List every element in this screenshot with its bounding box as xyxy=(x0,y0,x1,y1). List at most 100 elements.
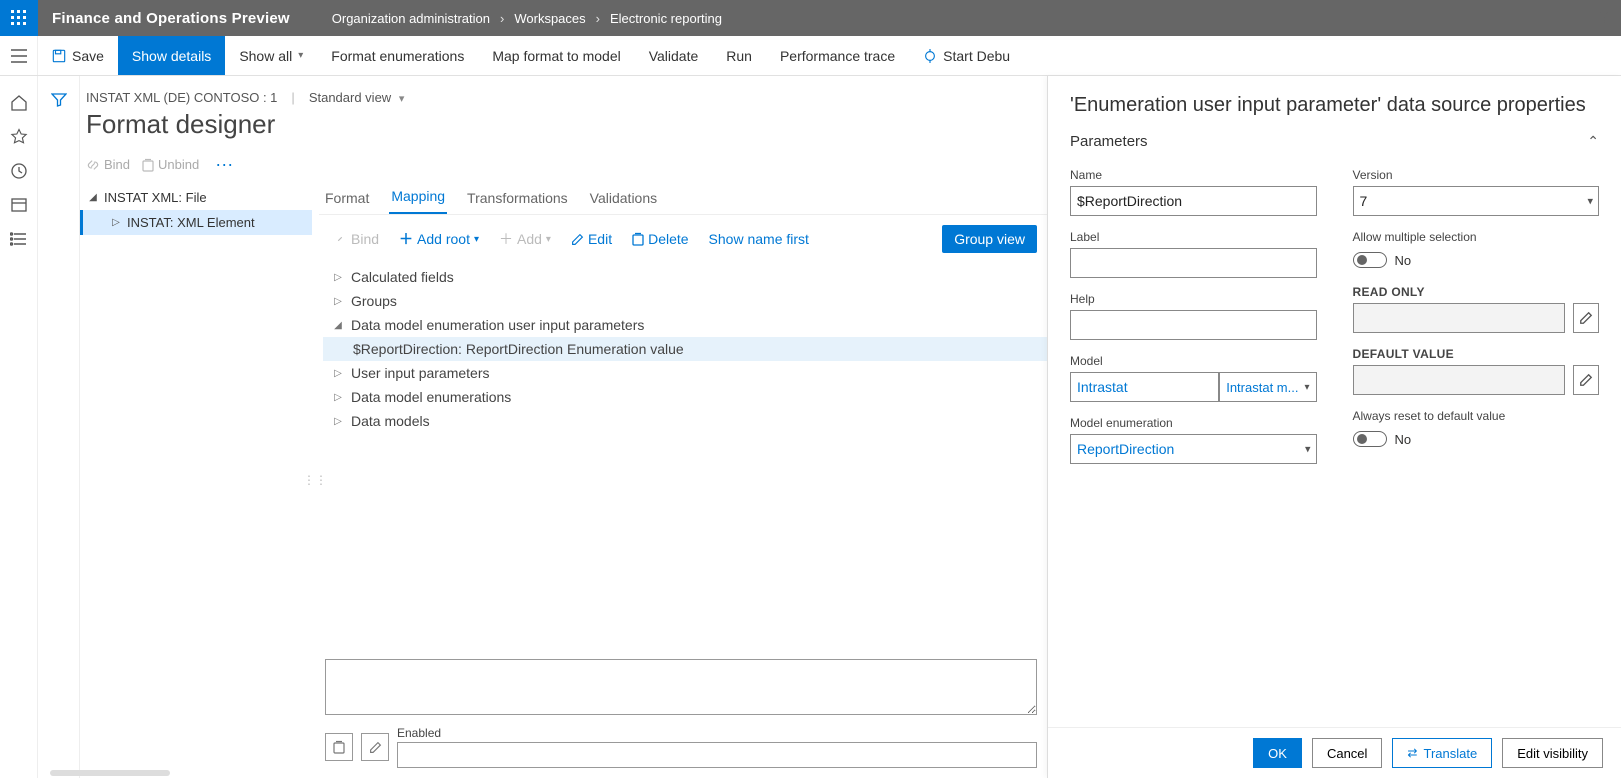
model-enum-input[interactable] xyxy=(1070,434,1317,464)
save-label: Save xyxy=(72,48,104,64)
model-label: Model xyxy=(1070,354,1317,368)
hamburger-button[interactable] xyxy=(0,36,38,75)
cancel-button[interactable]: Cancel xyxy=(1312,738,1382,768)
map-node-calculated-fields[interactable]: ▷ Calculated fields xyxy=(323,265,1047,289)
version-input[interactable] xyxy=(1353,186,1600,216)
reset-value: No xyxy=(1395,432,1412,447)
breadcrumb-item[interactable]: Electronic reporting xyxy=(610,11,722,26)
tab-strip: Format Mapping Transformations Validatio… xyxy=(319,181,1047,215)
default-value-edit-button[interactable] xyxy=(1573,365,1599,395)
expand-icon: ▷ xyxy=(333,392,343,403)
help-input[interactable] xyxy=(1070,310,1317,340)
page-title: Format designer xyxy=(80,105,1047,144)
bind-button[interactable]: Bind xyxy=(325,227,387,251)
app-bar: Finance and Operations Preview Organizat… xyxy=(0,0,1621,36)
help-label: Help xyxy=(1070,292,1317,306)
tree-node-instat-element[interactable]: ▷ INSTAT: XML Element xyxy=(80,210,312,235)
model-lookup[interactable]: Intrastat m... ▾ xyxy=(1070,372,1317,402)
format-enumerations-button[interactable]: Format enumerations xyxy=(317,36,478,75)
record-name: INSTAT XML (DE) CONTOSO : 1 xyxy=(86,90,277,105)
help-icon[interactable]: ? xyxy=(1599,8,1609,29)
tab-format[interactable]: Format xyxy=(323,184,371,214)
version-label: Version xyxy=(1353,168,1600,182)
list-icon[interactable] xyxy=(10,230,28,248)
map-node-data-models[interactable]: ▷ Data models xyxy=(323,409,1047,433)
tab-mapping[interactable]: Mapping xyxy=(389,182,447,214)
allow-multi-toggle[interactable] xyxy=(1353,252,1387,268)
parameters-section-header[interactable]: Parameters ⌃ xyxy=(1048,123,1621,154)
chevron-down-icon: ▾ xyxy=(546,234,551,245)
expand-icon: ▷ xyxy=(333,296,343,307)
clock-icon[interactable] xyxy=(10,162,28,180)
map-node-data-model-enum-params[interactable]: ◢ Data model enumeration user input para… xyxy=(323,313,1047,337)
delete-button[interactable]: Delete xyxy=(624,227,696,251)
performance-trace-button[interactable]: Performance trace xyxy=(766,36,909,75)
translate-button[interactable]: ⇄ Translate xyxy=(1392,738,1492,768)
ok-button[interactable]: OK xyxy=(1253,738,1302,768)
left-nav xyxy=(0,76,38,778)
allow-multi-value: No xyxy=(1395,253,1412,268)
main-pane: INSTAT XML (DE) CONTOSO : 1 | Standard v… xyxy=(80,76,1047,778)
command-bar: Save Show details Show all ▾ Format enum… xyxy=(0,36,1621,76)
reset-toggle[interactable] xyxy=(1353,431,1387,447)
add-root-button[interactable]: ＋ Add root ▾ xyxy=(391,225,487,253)
default-value-input[interactable] xyxy=(1353,365,1566,395)
reset-label: Always reset to default value xyxy=(1353,409,1600,423)
chevron-right-icon: › xyxy=(500,11,504,26)
chevron-right-icon: › xyxy=(596,11,600,26)
bottom-editor: Enabled xyxy=(319,659,1047,778)
bind-button[interactable]: Bind xyxy=(86,157,130,172)
unbind-button[interactable]: Unbind xyxy=(142,157,199,172)
star-icon[interactable] xyxy=(10,128,28,146)
map-node-user-input-params[interactable]: ▷ User input parameters xyxy=(323,361,1047,385)
map-node-groups[interactable]: ▷ Groups xyxy=(323,289,1047,313)
breadcrumb: Organization administration › Workspaces… xyxy=(304,11,722,26)
expand-icon: ▷ xyxy=(111,217,121,228)
group-view-button[interactable]: Group view xyxy=(942,225,1037,253)
read-only-label: READ ONLY xyxy=(1353,285,1600,299)
edit-button[interactable]: Edit xyxy=(563,227,620,251)
collapse-icon: ◢ xyxy=(88,192,98,203)
waffle-button[interactable] xyxy=(0,0,38,36)
breadcrumb-item[interactable]: Organization administration xyxy=(332,11,490,26)
model-more-link[interactable]: Intrastat m... ▾ xyxy=(1219,372,1316,402)
more-actions-button[interactable]: ··· xyxy=(211,154,237,175)
run-button[interactable]: Run xyxy=(712,36,766,75)
breadcrumb-item[interactable]: Workspaces xyxy=(514,11,585,26)
enabled-field[interactable] xyxy=(397,742,1037,768)
flyout-title: 'Enumeration user input parameter' data … xyxy=(1048,76,1621,123)
start-debug-button[interactable]: Start Debu xyxy=(909,36,1024,75)
delete-expression-button[interactable] xyxy=(325,733,353,761)
edit-expression-button[interactable] xyxy=(361,733,389,761)
add-button[interactable]: ＋ Add ▾ xyxy=(491,225,559,253)
read-only-input[interactable] xyxy=(1353,303,1566,333)
label-input[interactable] xyxy=(1070,248,1317,278)
allow-multi-label: Allow multiple selection xyxy=(1353,230,1600,244)
tab-validations[interactable]: Validations xyxy=(588,184,659,214)
map-node-data-model-enums[interactable]: ▷ Data model enumerations xyxy=(323,385,1047,409)
edit-visibility-button[interactable]: Edit visibility xyxy=(1502,738,1603,768)
read-only-edit-button[interactable] xyxy=(1573,303,1599,333)
name-input[interactable] xyxy=(1070,186,1317,216)
expression-textarea[interactable] xyxy=(325,659,1037,715)
validate-button[interactable]: Validate xyxy=(635,36,713,75)
horizontal-scrollbar[interactable] xyxy=(50,770,170,776)
tab-transformations[interactable]: Transformations xyxy=(465,184,570,214)
view-selector[interactable]: Standard view ▾ xyxy=(309,90,405,105)
app-title: Finance and Operations Preview xyxy=(38,10,304,27)
tree-node-root[interactable]: ◢ INSTAT XML: File xyxy=(80,185,312,210)
show-name-first-button[interactable]: Show name first xyxy=(701,227,817,251)
expand-icon: ▷ xyxy=(333,416,343,427)
label-label: Label xyxy=(1070,230,1317,244)
form-icon[interactable] xyxy=(10,196,28,214)
model-input[interactable] xyxy=(1070,372,1219,402)
chevron-down-icon: ▾ xyxy=(474,234,479,245)
filter-column xyxy=(38,76,80,778)
show-details-button[interactable]: Show details xyxy=(118,36,225,75)
show-all-button[interactable]: Show all ▾ xyxy=(225,36,317,75)
filter-icon[interactable] xyxy=(51,92,67,778)
map-node-report-direction[interactable]: $ReportDirection: ReportDirection Enumer… xyxy=(323,337,1047,361)
save-button[interactable]: Save xyxy=(38,36,118,75)
map-format-to-model-button[interactable]: Map format to model xyxy=(478,36,634,75)
home-icon[interactable] xyxy=(10,94,28,112)
